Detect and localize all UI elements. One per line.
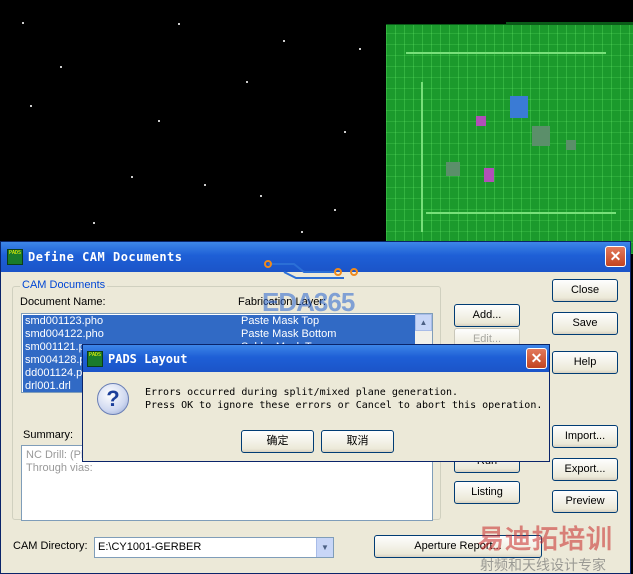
pcb-trace	[426, 212, 616, 214]
grid-dot	[22, 22, 24, 24]
cam-directory-value: E:\CY1001-GERBER	[98, 541, 202, 553]
grid-dot	[178, 23, 180, 25]
document-name: dd001124.p	[25, 367, 83, 379]
pcb-traces	[386, 22, 633, 254]
pcb-component	[510, 96, 528, 118]
pads-app-icon-text: PADS	[8, 250, 22, 256]
document-name: sm004128.p	[25, 354, 86, 366]
watermark-logo: EDA365	[262, 287, 355, 317]
pads-app-icon: PADS	[87, 350, 103, 367]
grid-dot	[131, 176, 133, 178]
message-line-2: Press OK to ignore these errors or Cance…	[145, 400, 543, 411]
pads-app-icon: PADS	[7, 249, 23, 265]
cam-directory-label: CAM Directory:	[13, 540, 88, 552]
pcb-component	[566, 140, 576, 150]
pads-app-icon-text: PADS	[88, 351, 102, 358]
close-button[interactable]: Close	[552, 279, 618, 302]
message-line-1: Errors occurred during split/mixed plane…	[145, 387, 459, 398]
list-item[interactable]: smd001123.pho Paste Mask Top	[23, 315, 415, 328]
grid-dot	[60, 66, 62, 68]
preview-button[interactable]: Preview	[552, 490, 618, 513]
save-button[interactable]: Save	[552, 312, 618, 335]
document-name: drl001.drl	[25, 380, 71, 392]
pcb-board[interactable]	[386, 22, 633, 254]
grid-dot	[283, 40, 285, 42]
pads-layout-message-box: PADS PADS Layout ✕ ? Errors occurred dur…	[82, 344, 550, 462]
import-button[interactable]: Import...	[552, 425, 618, 448]
grid-dot	[359, 48, 361, 50]
document-name: sm001121.p	[25, 341, 85, 353]
pcb-component	[446, 162, 460, 176]
pcb-component	[484, 168, 494, 182]
pcb-component	[532, 126, 550, 146]
fabrication-layer: Paste Mask Bottom	[241, 328, 337, 340]
message-box-titlebar[interactable]: PADS PADS Layout	[83, 345, 549, 372]
question-icon: ?	[97, 383, 129, 415]
ok-button[interactable]: 确定	[241, 430, 314, 453]
scroll-up-icon[interactable]: ▲	[415, 314, 432, 331]
help-button[interactable]: Help	[552, 351, 618, 374]
summary-label: Summary:	[23, 429, 74, 441]
list-item[interactable]: smd004122.pho Paste Mask Bottom	[23, 328, 415, 341]
document-name-column-header: Document Name:	[20, 296, 106, 308]
grid-dot	[93, 222, 95, 224]
message-box-close-icon[interactable]: ✕	[526, 348, 547, 369]
listing-button[interactable]: Listing	[454, 481, 520, 504]
pcb-component	[476, 116, 486, 126]
grid-dot	[30, 105, 32, 107]
pcb-outline-gap	[386, 14, 506, 24]
watermark-cn-logo: 易迪拓培训	[478, 524, 614, 554]
document-name: smd001123.pho	[25, 315, 104, 327]
export-button[interactable]: Export...	[552, 458, 618, 481]
grid-dot	[344, 131, 346, 133]
grid-dot	[334, 209, 336, 211]
message-box-title: PADS Layout	[108, 351, 188, 366]
cam-dialog-title: Define CAM Documents	[28, 250, 183, 264]
watermark-circuit-icon	[264, 260, 358, 279]
cam-dialog-close-icon[interactable]: ✕	[605, 246, 626, 267]
cam-directory-select[interactable]: E:\CY1001-GERBER ▼	[94, 537, 334, 558]
summary-line: Through vias:	[26, 462, 93, 474]
pcb-trace	[421, 82, 423, 232]
grid-dot	[158, 120, 160, 122]
chevron-down-icon[interactable]: ▼	[316, 538, 333, 557]
grid-dot	[204, 184, 206, 186]
cam-documents-group-label: CAM Documents	[20, 279, 108, 291]
document-name: smd004122.pho	[25, 328, 104, 340]
pcb-trace	[406, 52, 606, 54]
watermark-cn-tagline: 射频和天线设计专家	[480, 557, 606, 573]
grid-dot	[246, 81, 248, 83]
add-button[interactable]: Add...	[454, 304, 520, 327]
cancel-button[interactable]: 取消	[321, 430, 394, 453]
grid-dot	[260, 195, 262, 197]
grid-dot	[301, 231, 303, 233]
